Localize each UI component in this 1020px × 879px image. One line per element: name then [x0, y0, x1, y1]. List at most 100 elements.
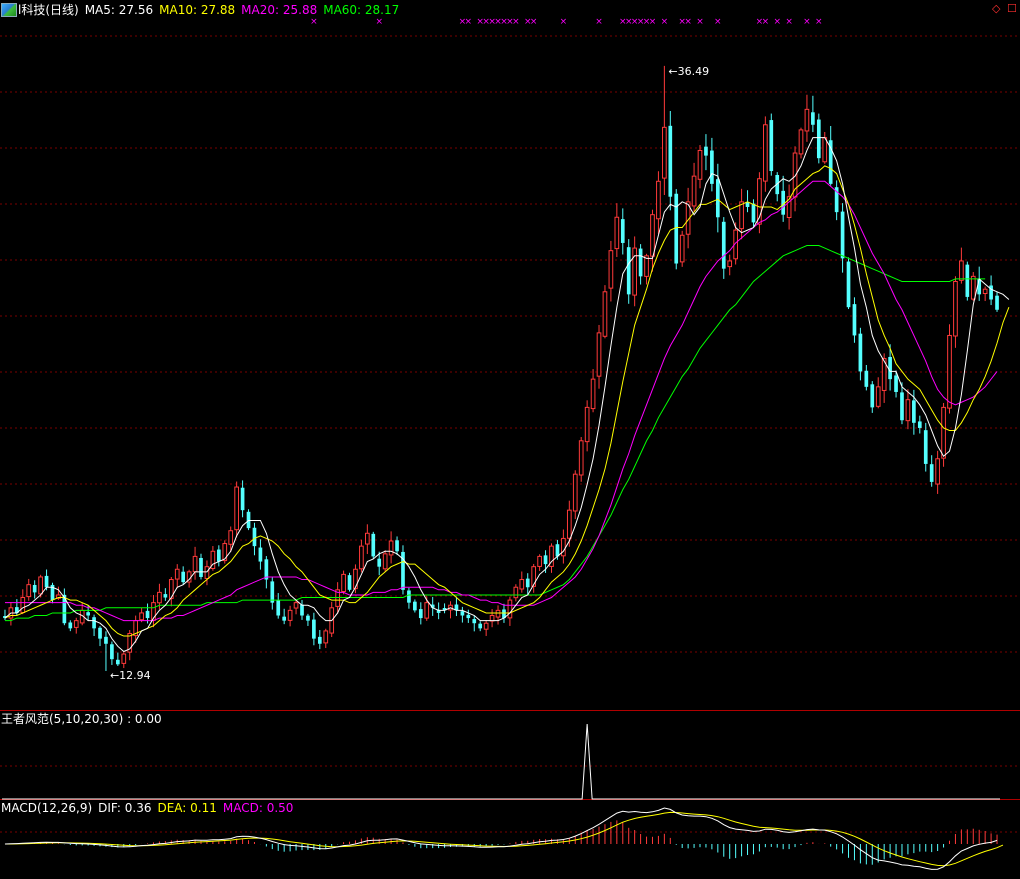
candle-body [347, 575, 352, 590]
candle-body [174, 568, 180, 580]
signal-mark: × [310, 17, 318, 27]
candle-body [32, 584, 37, 593]
ma60-label: MA60: 28.17 [323, 3, 400, 17]
candle-body [697, 149, 703, 180]
candle-body [584, 406, 590, 443]
candle-body [353, 568, 358, 590]
candle-body [566, 509, 572, 539]
candle-body [917, 421, 922, 428]
candle-body [20, 597, 26, 614]
candle-body [483, 622, 489, 630]
candle-body [395, 540, 399, 552]
close-icon[interactable]: ☐ [1007, 2, 1017, 15]
candle-body [163, 594, 168, 598]
candle-body [234, 486, 239, 531]
candle-body [715, 179, 720, 218]
candle-body [44, 575, 49, 588]
signal-mark: × [696, 17, 704, 27]
candle-body [495, 609, 501, 618]
candle-body [626, 247, 631, 295]
ma20-line [4, 180, 998, 622]
candle-body [572, 473, 578, 512]
candle-body [341, 573, 346, 593]
candle-body [811, 112, 815, 125]
price-panel[interactable]: × × ×× ××××××× ×× × × ×××××× × ×× × × ×× × × × ×←36.49←1… [3, 17, 1010, 682]
candle-body [982, 288, 988, 294]
candle-body [679, 234, 685, 263]
dif-label: DIF: 0.36 [98, 801, 152, 815]
candle-body [704, 146, 708, 156]
signal-mark: × [465, 17, 473, 27]
candle-body [668, 125, 673, 197]
candle-body [300, 604, 304, 616]
candle-body [388, 540, 394, 556]
candle-body [727, 260, 733, 268]
ma10-label: MA10: 27.88 [159, 3, 236, 17]
candle-body [870, 384, 875, 408]
candle-body [739, 201, 744, 230]
ma20-label: MA20: 25.88 [241, 3, 318, 17]
candle-body [382, 553, 388, 570]
candle-body [258, 547, 263, 562]
indicator-line [2, 723, 1000, 800]
price-legend: l科技(日线) MA5: 27.56 MA10: 27.88 MA20: 25.88 M… [18, 3, 405, 17]
ma60-line [4, 245, 986, 622]
candle-body [317, 636, 322, 644]
candle-body [888, 356, 892, 380]
signal-mark: × [649, 17, 657, 27]
candle-body [710, 150, 714, 184]
signal-mark: × [762, 17, 770, 27]
candle-body [228, 530, 234, 545]
candle-body [543, 555, 548, 565]
signal-mark: × [560, 17, 568, 27]
candle-body [293, 602, 299, 609]
candle-body [371, 533, 376, 557]
indicator-panel[interactable] [2, 723, 1000, 800]
candle-body [608, 250, 614, 289]
candle-body [26, 584, 32, 598]
candle-body [721, 221, 726, 269]
macd-panel[interactable] [4, 807, 1004, 870]
candle-body [632, 247, 638, 296]
candle-body [364, 532, 370, 545]
restore-icon[interactable]: ◇ [992, 2, 1000, 15]
candle-body [513, 586, 519, 599]
candle-body [270, 581, 275, 603]
candle-body [282, 616, 287, 621]
signal-mark: × [595, 17, 603, 27]
candle-body [104, 636, 108, 644]
candle-body [139, 612, 144, 621]
candle-body [555, 544, 560, 557]
candle-body [216, 549, 221, 562]
candle-body [638, 248, 643, 277]
signal-mark: × [773, 17, 781, 27]
candle-body [959, 260, 964, 281]
candle-body [912, 400, 916, 423]
candle-body [407, 590, 411, 603]
candle-body [377, 558, 382, 567]
candle-body [252, 527, 257, 547]
candle-body [306, 615, 310, 621]
candle-body [121, 653, 127, 664]
candle-body [804, 108, 810, 132]
candle-body [751, 203, 756, 223]
candle-body [691, 175, 697, 207]
candle-body [537, 555, 542, 567]
candle-body [98, 627, 102, 639]
candle-body [929, 464, 934, 482]
candle-body [115, 659, 120, 665]
candle-body [110, 644, 114, 660]
candle-body [798, 129, 804, 155]
candle-body [413, 601, 417, 611]
candle-body [507, 599, 513, 619]
candle-body [199, 557, 203, 577]
candle-body [204, 566, 210, 579]
candle-body [650, 214, 655, 257]
candle-body [596, 332, 602, 377]
app-icon[interactable] [1, 3, 17, 17]
candle-body [602, 291, 608, 337]
candle-body [92, 617, 96, 629]
candle-body [656, 180, 661, 220]
candle-body [276, 600, 281, 616]
candle-body [970, 275, 976, 300]
